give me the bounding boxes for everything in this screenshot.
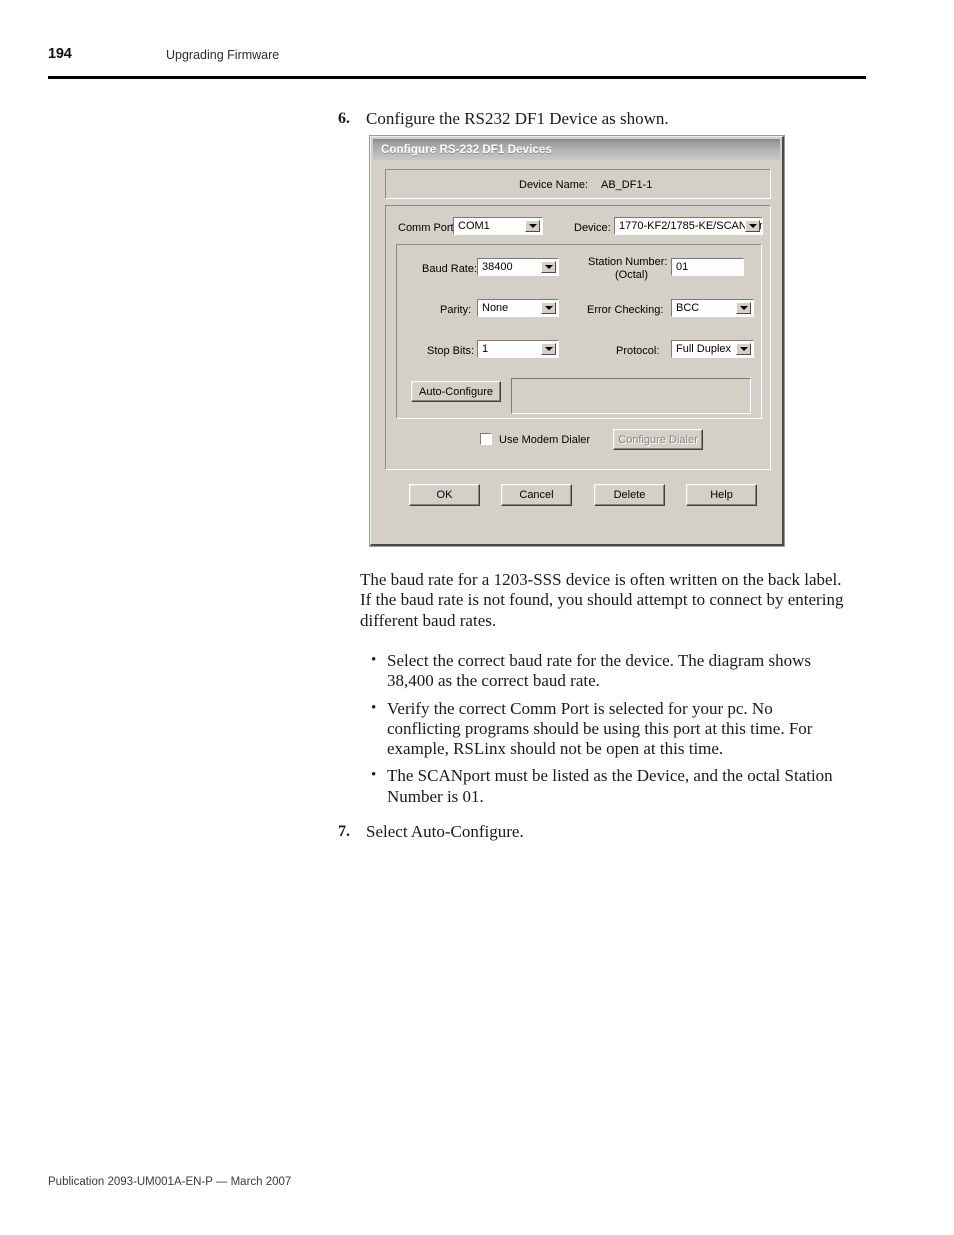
dialog-titlebar[interactable]: Configure RS-232 DF1 Devices: [373, 139, 780, 160]
configure-dialer-button-label: Configure Dialer: [618, 433, 698, 446]
ok-button[interactable]: OK: [409, 484, 480, 506]
list-item-text: Verify the correct Comm Port is selected…: [387, 698, 813, 759]
delete-button[interactable]: Delete: [594, 484, 665, 506]
cancel-button-label: Cancel: [519, 489, 554, 501]
step-7-text: Select Auto-Configure.: [366, 822, 524, 841]
delete-button-label: Delete: [613, 489, 646, 501]
page-header: 194 Upgrading Firmware: [48, 46, 866, 76]
error-checking-label: Error Checking:: [587, 304, 664, 316]
error-checking-combobox[interactable]: BCC: [671, 299, 754, 317]
instruction-bullet-list: • Select the correct baud rate for the d…: [368, 651, 850, 814]
parity-label: Parity:: [440, 304, 472, 316]
station-number-label: Station Number:: [588, 256, 668, 268]
bullet-icon: •: [371, 767, 377, 784]
chevron-down-icon[interactable]: [736, 302, 751, 314]
dialog-title: Configure RS-232 DF1 Devices: [381, 143, 552, 156]
comm-port-value: COM1: [458, 220, 490, 232]
connection-settings-group: Comm Port: COM1 Device: 1770-KF2/1785-KE…: [385, 205, 771, 470]
error-checking-value: BCC: [676, 302, 700, 314]
device-name-value: AB_DF1-1: [601, 179, 653, 191]
configure-dialer-button[interactable]: Configure Dialer: [613, 429, 703, 450]
chevron-down-icon[interactable]: [736, 343, 751, 355]
serial-parameters-group: Baud Rate: 38400 Station Number: (Octal)…: [396, 244, 762, 419]
list-item: • The SCANport must be listed as the Dev…: [368, 766, 850, 807]
use-modem-dialer-label: Use Modem Dialer: [499, 434, 591, 446]
device-name-label: Device Name:: [519, 179, 589, 191]
station-number-input[interactable]: 01: [671, 258, 744, 276]
chevron-down-icon[interactable]: [541, 261, 556, 273]
use-modem-dialer-checkbox[interactable]: [480, 433, 492, 445]
protocol-value: Full Duplex: [676, 343, 732, 355]
chevron-down-icon[interactable]: [745, 220, 760, 232]
step-6-number: 6.: [338, 110, 350, 127]
help-button[interactable]: Help: [686, 484, 757, 506]
dialog-body: Device Name: AB_DF1-1 Comm Port: COM1 De…: [373, 160, 780, 542]
parity-value: None: [482, 302, 509, 314]
protocol-combobox[interactable]: Full Duplex: [671, 340, 754, 358]
step-6-text: Configure the RS232 DF1 Device as shown.: [366, 109, 669, 128]
parity-combobox[interactable]: None: [477, 299, 559, 317]
stop-bits-label: Stop Bits:: [427, 345, 475, 357]
list-item: • Verify the correct Comm Port is select…: [368, 699, 850, 760]
bullet-icon: •: [371, 699, 377, 716]
step-7-number: 7.: [338, 823, 350, 840]
device-name-group: Device Name: AB_DF1-1: [385, 169, 771, 199]
comm-port-combobox[interactable]: COM1: [453, 217, 543, 235]
comm-port-label: Comm Port:: [398, 222, 457, 234]
protocol-label: Protocol:: [616, 345, 660, 357]
device-combobox[interactable]: 1770-KF2/1785-KE/SCANpor: [614, 217, 763, 235]
header-rule: [48, 76, 866, 79]
list-item: • Select the correct baud rate for the d…: [368, 651, 850, 692]
stop-bits-value: 1: [482, 343, 489, 355]
cancel-button[interactable]: Cancel: [501, 484, 572, 506]
configure-rs232-df1-devices-dialog[interactable]: Configure RS-232 DF1 Devices Device Name…: [370, 136, 784, 546]
list-item-text: The SCANport must be listed as the Devic…: [387, 766, 833, 806]
list-item-text: Select the correct baud rate for the dev…: [387, 651, 812, 691]
baud-rate-note-paragraph: The baud rate for a 1203-SSS device is o…: [360, 570, 844, 630]
baud-rate-value: 38400: [482, 261, 513, 273]
device-label: Device:: [574, 222, 611, 234]
stop-bits-combobox[interactable]: 1: [477, 340, 559, 358]
chevron-down-icon[interactable]: [541, 343, 556, 355]
ok-button-label: OK: [436, 489, 453, 501]
station-number-sublabel: (Octal): [615, 269, 648, 281]
device-value: 1770-KF2/1785-KE/SCANpor: [619, 220, 763, 232]
chevron-down-icon[interactable]: [541, 302, 556, 314]
bullet-icon: •: [371, 652, 377, 668]
chapter-title: Upgrading Firmware: [166, 48, 280, 62]
auto-configure-button-label: Auto-Configure: [419, 385, 493, 398]
baud-rate-label: Baud Rate:: [422, 263, 478, 275]
baud-rate-combobox[interactable]: 38400: [477, 258, 559, 276]
page-number: 194: [48, 46, 72, 62]
auto-configure-button[interactable]: Auto-Configure: [411, 381, 501, 402]
publication-footer: Publication 2093-UM001A-EN-P — March 200…: [48, 1176, 292, 1188]
help-button-label: Help: [710, 489, 733, 501]
chevron-down-icon[interactable]: [525, 220, 540, 232]
station-number-value: 01: [676, 261, 689, 273]
auto-configure-status-field: [511, 378, 751, 414]
